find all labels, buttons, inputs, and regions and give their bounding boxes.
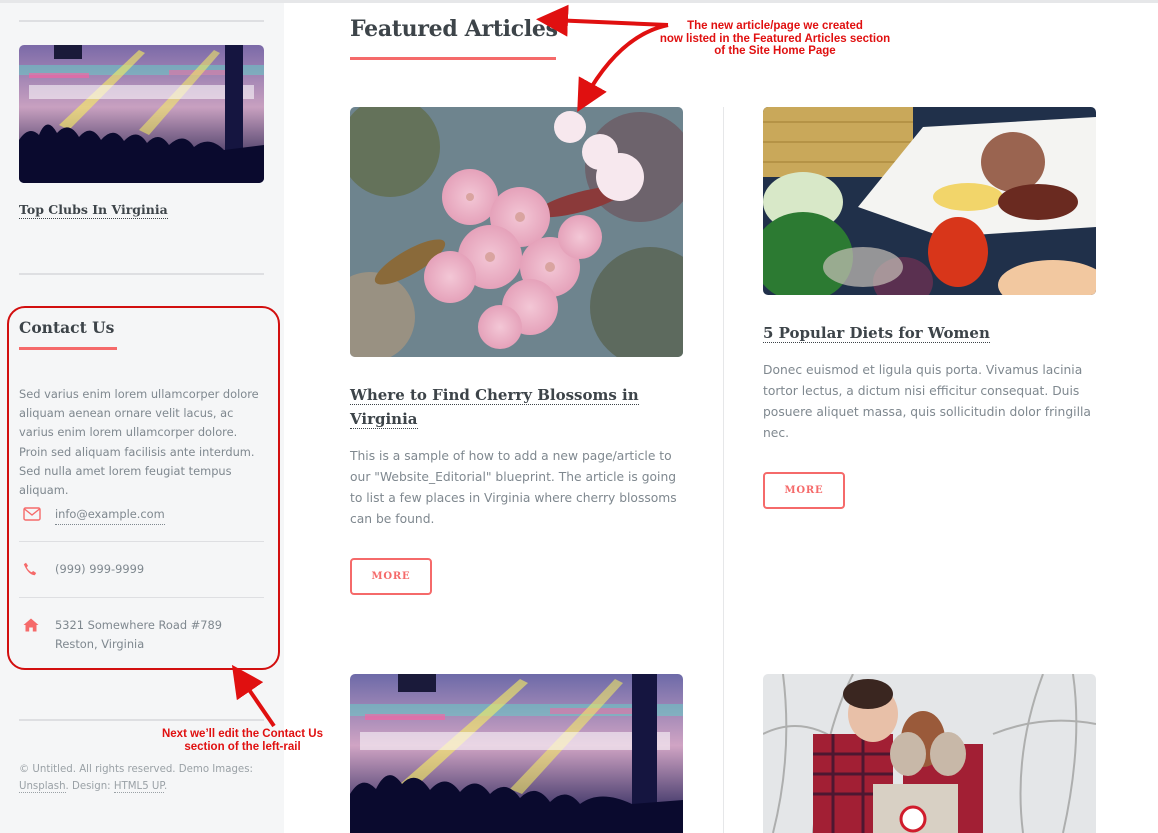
contact-item-phone: (999) 999-9999 <box>19 560 264 579</box>
home-icon <box>19 616 55 632</box>
more-button[interactable]: MORE <box>763 472 845 509</box>
annotation-line: of the Site Home Page <box>714 45 836 57</box>
sidebar: Top Clubs In Virginia Contact Us Sed var… <box>0 3 284 833</box>
copyright-text: © Untitled. All rights reserved. Demo Im… <box>19 764 253 775</box>
title-underline <box>350 57 556 60</box>
divider <box>19 20 264 22</box>
article-title-link[interactable]: Where to Find Cherry Blossoms in Virgini… <box>350 386 639 429</box>
envelope-icon <box>19 505 55 521</box>
copyright-text: . Design: <box>65 781 114 792</box>
column-divider <box>723 107 724 833</box>
article-excerpt: This is a sample of how to add a new pag… <box>350 449 677 526</box>
article-title-link[interactable]: 5 Popular Diets for Women <box>763 324 990 343</box>
page-title: Featured Articles <box>350 16 558 42</box>
divider <box>19 719 264 721</box>
article-image-cherry-blossoms[interactable] <box>350 107 683 357</box>
email-link[interactable]: info@example.com <box>55 505 165 525</box>
heading-underline <box>19 347 117 350</box>
copyright: © Untitled. All rights reserved. Demo Im… <box>19 761 269 795</box>
annotation-line: section of the left-rail <box>184 740 301 753</box>
more-button[interactable]: MORE <box>350 558 432 595</box>
phone-number: (999) 999-9999 <box>55 562 145 576</box>
copyright-text: . <box>163 781 168 792</box>
annotation-bottom: Next we’ll edit the Contact Us section o… <box>150 728 335 753</box>
article-image-nightclub[interactable] <box>350 674 683 833</box>
divider <box>19 273 264 275</box>
article-title[interactable]: Where to Find Cherry Blossoms in Virgini… <box>350 383 680 431</box>
article-title[interactable]: 5 Popular Diets for Women <box>763 321 1093 345</box>
article-excerpt: Donec euismod et ligula quis porta. Viva… <box>763 363 1091 440</box>
unsplash-link[interactable]: Unsplash <box>19 781 66 793</box>
html5up-link[interactable]: HTML5 UP <box>113 781 164 793</box>
address-line2: Reston, Virginia <box>55 637 145 651</box>
divider <box>19 597 264 598</box>
mini-post-title-link[interactable]: Top Clubs In Virginia <box>19 202 168 219</box>
phone-icon <box>19 560 55 576</box>
annotation-line: now listed in the Featured Articles sect… <box>659 32 891 45</box>
annotation-line: Next we’ll edit the Contact Us <box>161 728 324 740</box>
contact-item-address: 5321 Somewhere Road #789 Reston, Virgini… <box>19 616 264 654</box>
contact-description: Sed varius enim lorem ullamcorper dolore… <box>19 387 259 498</box>
contact-item-email: info@example.com <box>19 505 264 525</box>
mini-post-image[interactable] <box>19 45 264 183</box>
article-image-diet-food[interactable] <box>763 107 1096 295</box>
contact-heading: Contact Us <box>19 318 115 337</box>
address: 5321 Somewhere Road #789 Reston, Virgini… <box>55 616 222 654</box>
annotation-line: The new article/page we created <box>687 20 863 32</box>
divider <box>19 541 264 542</box>
address-line1: 5321 Somewhere Road #789 <box>55 618 223 632</box>
annotation-top: The new article/page we created now list… <box>645 20 905 58</box>
article-image-winter-couple[interactable] <box>763 674 1096 833</box>
